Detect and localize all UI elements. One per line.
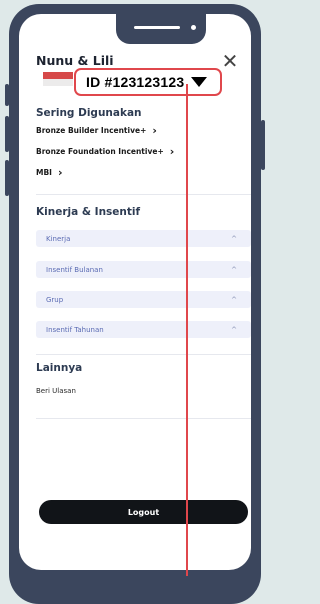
accordion-label: Kinerja — [46, 234, 71, 243]
phone-side-button — [261, 120, 265, 170]
chevron-right-icon: › — [169, 145, 175, 158]
accordion-insentif-bulanan[interactable]: Insentif Bulanan ^ — [36, 261, 251, 278]
camera-icon — [191, 25, 196, 30]
chevron-right-icon: › — [152, 124, 157, 137]
speaker-icon — [134, 26, 180, 29]
accordion-insentif-tahunan[interactable]: Insentif Tahunan ^ — [36, 321, 251, 338]
account-id-dropdown[interactable]: ID #123123123 — [74, 68, 222, 96]
accordion-label: Insentif Bulanan — [46, 265, 103, 274]
phone-side-button — [5, 84, 9, 106]
divider — [36, 418, 251, 419]
indonesia-flag-icon — [43, 72, 73, 86]
close-icon[interactable]: ✕ — [221, 51, 239, 71]
section-title-frequently-used: Sering Digunakan — [36, 107, 142, 119]
chevron-up-icon: ^ — [231, 325, 237, 334]
phone-screen: Nunu & Lili ✕ ID #123123123 Sering Digun… — [19, 14, 251, 570]
chevron-up-icon: ^ — [231, 234, 237, 243]
user-name: Nunu & Lili — [36, 53, 114, 68]
section-title-others: Lainnya — [36, 362, 83, 374]
phone-side-button — [5, 116, 9, 152]
link-label: MBI — [36, 168, 52, 177]
link-label: Bronze Builder Incentive+ — [36, 126, 147, 135]
highlight-pointer-line — [186, 84, 188, 576]
accordion-kinerja[interactable]: Kinerja ^ — [36, 230, 251, 247]
chevron-up-icon: ^ — [231, 265, 237, 274]
account-id: ID #123123123 — [86, 74, 185, 90]
divider — [36, 194, 251, 195]
divider — [36, 354, 251, 355]
link-label: Bronze Foundation Incentive+ — [36, 147, 164, 156]
logout-button[interactable]: Logout — [39, 500, 248, 524]
accordion-label: Grup — [46, 295, 64, 304]
phone-side-button — [5, 160, 9, 196]
section-title-performance: Kinerja & Insentif — [36, 206, 141, 218]
chevron-up-icon: ^ — [231, 295, 237, 304]
link-beri-ulasan[interactable]: Beri Ulasan — [36, 387, 76, 395]
caret-down-icon — [191, 77, 208, 87]
accordion-grup[interactable]: Grup ^ — [36, 291, 251, 308]
chevron-right-icon: › — [57, 166, 63, 179]
link-mbi[interactable]: MBI › — [36, 166, 63, 179]
link-bronze-builder[interactable]: Bronze Builder Incentive+ › — [36, 124, 157, 137]
accordion-label: Insentif Tahunan — [46, 325, 104, 334]
link-bronze-foundation[interactable]: Bronze Foundation Incentive+ › — [36, 145, 174, 158]
